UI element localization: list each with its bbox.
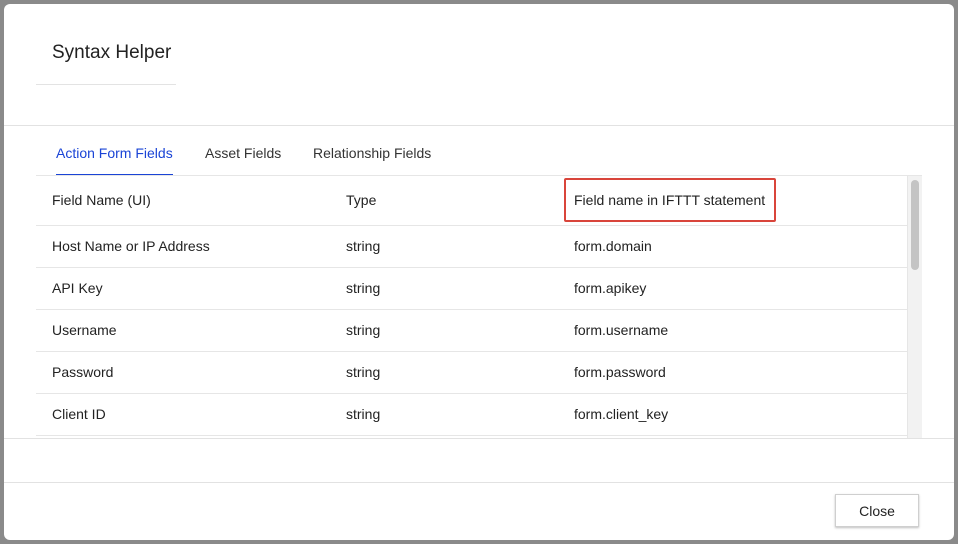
table-header-row: Field Name (UI) Type Field name in IFTTT…: [36, 176, 907, 226]
cell-field-name: Host Name or IP Address: [52, 238, 210, 254]
table-row: API Key string form.apikey: [36, 268, 907, 310]
cell-field-name: Username: [52, 322, 117, 338]
tab-relationship-fields[interactable]: Relationship Fields: [313, 145, 431, 175]
fields-table: Field Name (UI) Type Field name in IFTTT…: [36, 175, 922, 439]
table-row: Client ID string form.client_key: [36, 394, 907, 436]
cell-type: string: [346, 322, 381, 338]
table-row: Host Name or IP Address string form.doma…: [36, 226, 907, 268]
cell-ifttt-name: form.domain: [574, 238, 652, 254]
cell-ifttt-name: form.apikey: [574, 280, 647, 296]
cell-ifttt-name: form.username: [574, 322, 669, 338]
scrollbar-thumb[interactable]: [911, 180, 919, 270]
dialog-title: Syntax Helper: [52, 42, 172, 63]
cell-field-name: Client ID: [52, 406, 106, 422]
cell-field-name: API Key: [52, 280, 103, 296]
cell-type: string: [346, 364, 381, 380]
tab-action-form-fields[interactable]: Action Form Fields: [56, 145, 173, 176]
close-button[interactable]: Close: [835, 494, 919, 527]
column-header-field-name: Field Name (UI): [52, 192, 151, 208]
title-divider: [36, 84, 176, 85]
tab-asset-fields[interactable]: Asset Fields: [205, 145, 281, 175]
table-scrollbar[interactable]: [907, 176, 922, 439]
highlight-box: [564, 178, 776, 222]
header-divider: [4, 125, 954, 126]
cell-type: string: [346, 238, 381, 254]
column-header-type: Type: [346, 192, 377, 208]
cell-ifttt-name: form.password: [574, 364, 666, 380]
cell-type: string: [346, 280, 381, 296]
table-row: Password string form.password: [36, 352, 907, 394]
table-row: Username string form.username: [36, 310, 907, 352]
cell-type: string: [346, 406, 381, 422]
cell-ifttt-name: form.client_key: [574, 406, 669, 422]
footer-divider: [4, 482, 954, 483]
syntax-helper-dialog: Syntax Helper Action Form Fields Asset F…: [4, 4, 954, 540]
content-divider: [4, 438, 954, 439]
cell-field-name: Password: [52, 364, 114, 380]
